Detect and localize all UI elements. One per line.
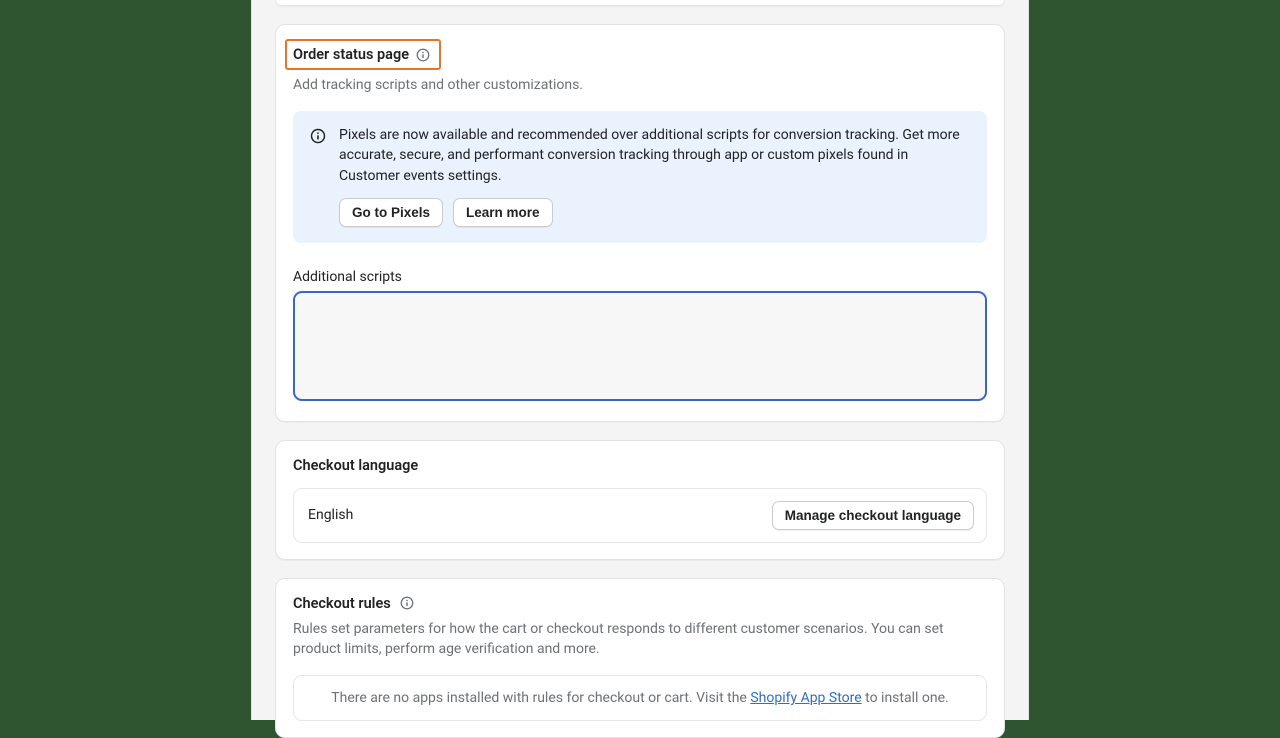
order-status-subtitle: Add tracking scripts and other customiza… xyxy=(293,77,987,93)
learn-more-button[interactable]: Learn more xyxy=(453,198,553,227)
info-icon[interactable] xyxy=(415,47,431,63)
additional-scripts-input[interactable] xyxy=(293,291,987,401)
info-icon xyxy=(309,127,327,145)
shopify-app-store-link[interactable]: Shopify App Store xyxy=(750,690,861,706)
checkout-rules-title: Checkout rules xyxy=(293,595,391,612)
checkout-rules-note-suffix: to install one. xyxy=(862,690,949,706)
manage-checkout-language-button[interactable]: Manage checkout language xyxy=(772,501,974,530)
settings-panel: Order status page Add tracking scripts a… xyxy=(251,0,1029,720)
additional-scripts-label: Additional scripts xyxy=(293,269,987,285)
checkout-rules-card: Checkout rules Rules set parameters for … xyxy=(275,578,1005,738)
info-icon[interactable] xyxy=(399,595,415,611)
order-status-title: Order status page xyxy=(293,46,409,63)
checkout-language-value: English xyxy=(308,507,353,523)
checkout-rules-desc: Rules set parameters for how the cart or… xyxy=(293,619,987,660)
previous-card-stub xyxy=(275,0,1005,6)
go-to-pixels-button[interactable]: Go to Pixels xyxy=(339,198,443,227)
pixels-banner-text: Pixels are now available and recommended… xyxy=(339,125,971,186)
pixels-banner: Pixels are now available and recommended… xyxy=(293,111,987,243)
checkout-rules-note-prefix: There are no apps installed with rules f… xyxy=(331,690,750,706)
order-status-card: Order status page Add tracking scripts a… xyxy=(275,24,1005,422)
checkout-rules-note: There are no apps installed with rules f… xyxy=(293,675,987,721)
checkout-language-title: Checkout language xyxy=(293,457,987,474)
checkout-language-row: English Manage checkout language xyxy=(293,488,987,543)
order-status-title-highlight: Order status page xyxy=(285,39,441,70)
checkout-language-card: Checkout language English Manage checkou… xyxy=(275,440,1005,560)
